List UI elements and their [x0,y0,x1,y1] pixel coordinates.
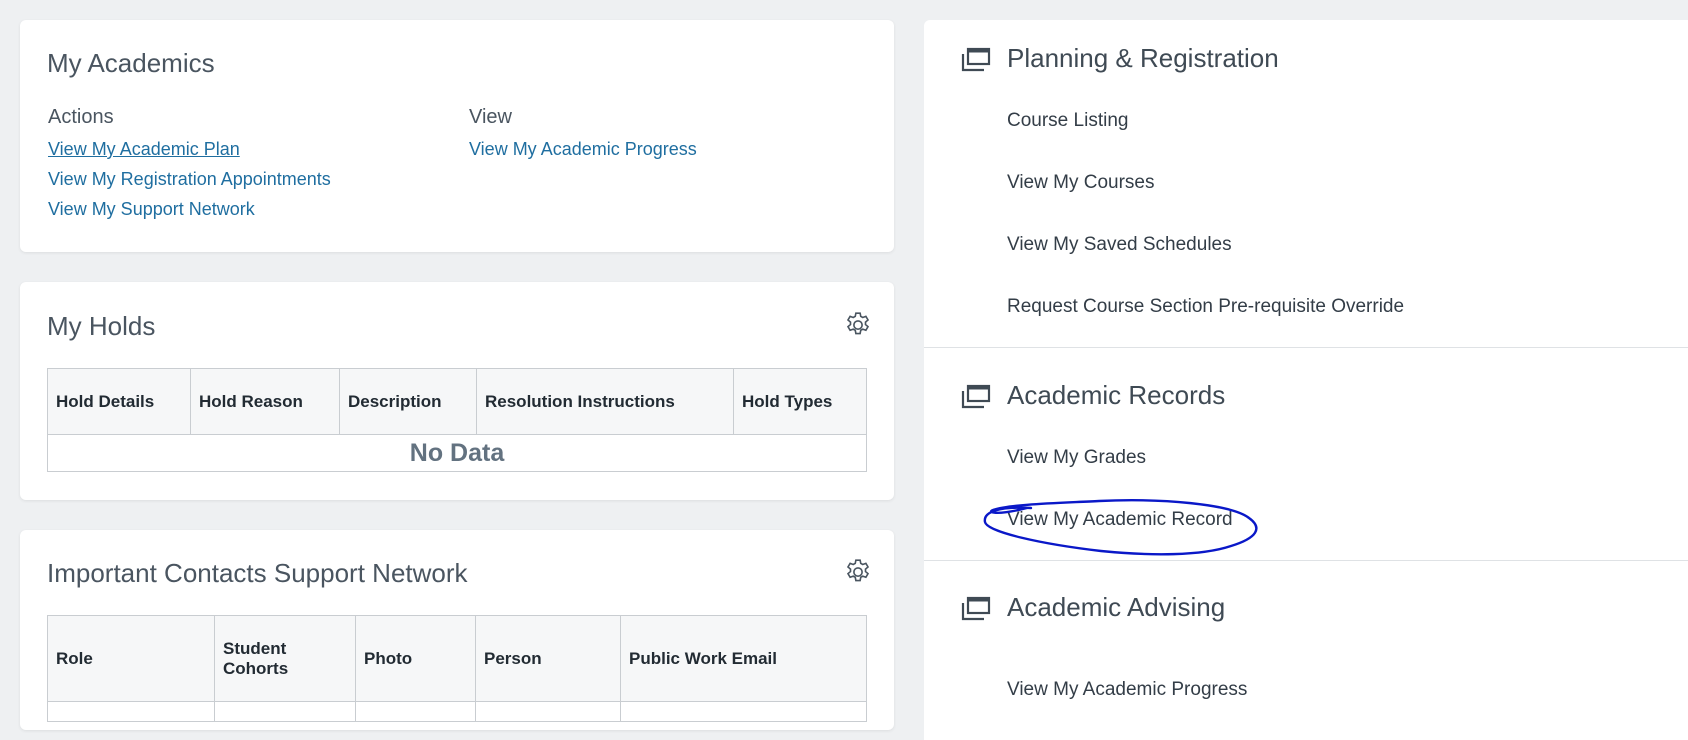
view-support-network-link[interactable]: View My Support Network [48,199,255,220]
view-my-grades-link[interactable]: View My Grades [1007,447,1146,469]
records-section-icon-wrap [959,384,991,410]
holds-empty-row: No Data [47,434,867,472]
contacts-col-person[interactable]: Person [475,615,621,702]
contacts-col-photo[interactable]: Photo [355,615,476,702]
actions-heading: Actions [48,106,114,128]
academic-records-title: Academic Records [1007,380,1226,410]
contacts-row [47,701,867,722]
my-holds-card: My Holds Hold Details Hold Reason Descri… [20,282,894,500]
view-heading: View [469,106,512,128]
my-academics-title: My Academics [47,48,215,78]
gear-icon [846,312,870,335]
planning-registration-title: Planning & Registration [1007,43,1279,73]
view-academic-progress-link[interactable]: View My Academic Progress [469,139,697,160]
planning-section-icon-wrap [959,47,991,73]
important-contacts-card: Important Contacts Support Network Role … [20,530,894,730]
stacked-windows-icon [961,47,991,72]
holds-col-resolution-instructions[interactable]: Resolution Instructions [476,368,734,435]
prerequisite-override-link[interactable]: Request Course Section Pre-requisite Ove… [1007,296,1404,318]
academic-advising-title: Academic Advising [1007,592,1226,622]
stacked-windows-icon [961,384,991,409]
holds-col-hold-reason[interactable]: Hold Reason [190,368,340,435]
holds-table: Hold Details Hold Reason Description Res… [47,368,867,472]
section-divider [924,560,1688,561]
stacked-windows-icon [961,596,991,621]
view-saved-schedules-link[interactable]: View My Saved Schedules [1007,234,1232,256]
view-academic-plan-link[interactable]: View My Academic Plan [48,139,240,160]
section-divider [924,347,1688,348]
holds-settings-button[interactable] [843,310,873,340]
important-contacts-title: Important Contacts Support Network [47,558,468,588]
contacts-col-role[interactable]: Role [47,615,215,702]
no-data-message: No Data [47,434,867,472]
view-registration-appointments-link[interactable]: View My Registration Appointments [48,169,331,190]
course-listing-link[interactable]: Course Listing [1007,110,1128,132]
view-my-courses-link[interactable]: View My Courses [1007,172,1154,194]
holds-col-description[interactable]: Description [339,368,477,435]
my-holds-title: My Holds [47,311,156,341]
contacts-table: Role Student Cohorts Photo Person Public… [47,615,867,722]
contacts-header-row: Role Student Cohorts Photo Person Public… [47,615,867,702]
worklets-panel: Planning & Registration Course Listing V… [924,20,1688,740]
contacts-settings-button[interactable] [843,557,873,587]
contacts-col-public-work-email[interactable]: Public Work Email [620,615,867,702]
advising-section-icon-wrap [959,596,991,622]
holds-col-hold-types[interactable]: Hold Types [733,368,867,435]
view-academic-record-link[interactable]: View My Academic Record [1007,509,1233,531]
gear-icon [846,559,870,582]
holds-header-row: Hold Details Hold Reason Description Res… [47,368,867,435]
view-academic-progress-menu-link[interactable]: View My Academic Progress [1007,679,1247,701]
my-academics-card: My Academics Actions View My Academic Pl… [20,20,894,252]
contacts-col-student-cohorts[interactable]: Student Cohorts [214,615,356,702]
holds-col-hold-details[interactable]: Hold Details [47,368,191,435]
